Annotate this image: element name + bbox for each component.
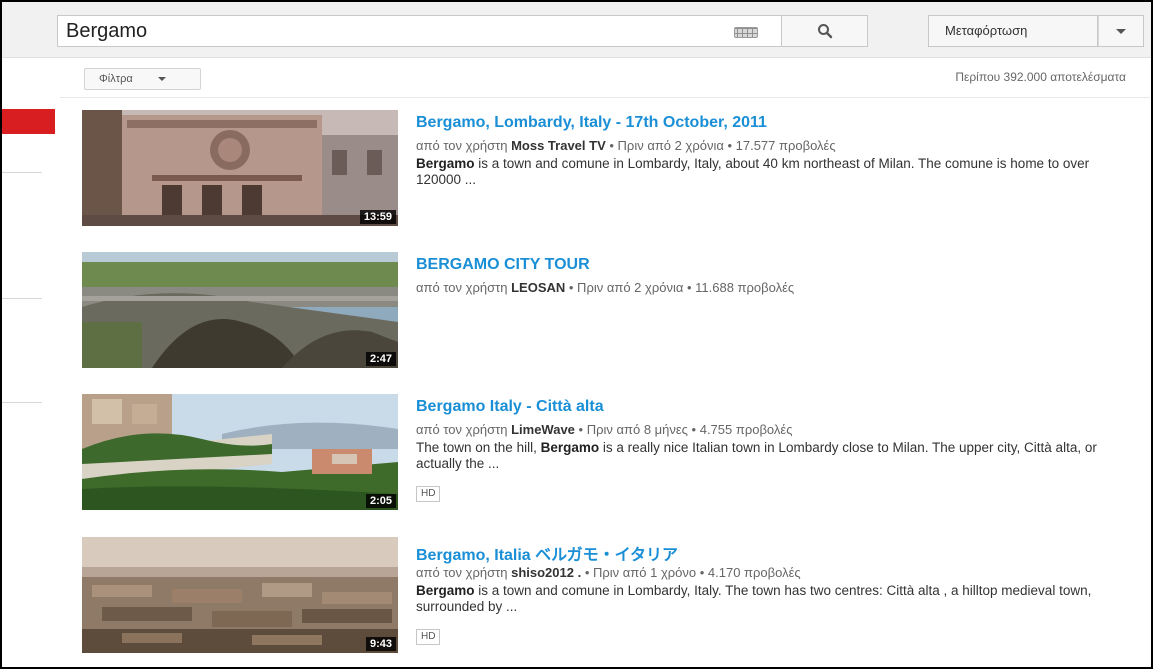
result-item: 13:59 Bergamo, Lombardy, Italy - 17th Oc…	[82, 110, 1142, 228]
thumbnail-image	[82, 252, 398, 368]
video-duration: 9:43	[365, 637, 396, 651]
search-button[interactable]	[782, 15, 868, 47]
guide-selected-item[interactable]	[2, 109, 55, 134]
upload-menu-button[interactable]	[1098, 15, 1144, 47]
video-thumbnail[interactable]: 2:47	[82, 252, 398, 368]
desc-keyword: Bergamo	[540, 440, 600, 455]
meta-suffix: • Πριν από 2 χρόνια • 11.688 προβολές	[568, 280, 795, 295]
divider	[60, 97, 1150, 98]
guide-divider	[2, 402, 42, 403]
filters-button[interactable]: Φίλτρα	[84, 68, 201, 90]
result-item: 9:43 Bergamo, Italia ベルガモ・イタリア από τον χ…	[82, 537, 1142, 655]
chevron-down-icon	[1116, 28, 1126, 34]
video-description: Bergamo is a town and comune in Lombardy…	[416, 156, 1116, 188]
desc-text: is a town and comune in Lombardy, Italy.…	[416, 583, 1092, 614]
hd-badge: HD	[416, 629, 441, 645]
guide-divider	[2, 298, 42, 299]
upload-button[interactable]: Μεταφόρτωση	[928, 15, 1098, 47]
video-thumbnail[interactable]: 9:43	[82, 537, 398, 653]
filters-label: Φίλτρα	[99, 73, 133, 85]
masthead: Μεταφόρτωση	[2, 2, 1151, 58]
video-thumbnail[interactable]: 13:59	[82, 110, 398, 226]
guide-divider	[2, 172, 42, 173]
channel-link[interactable]: shiso2012 .	[511, 565, 581, 580]
result-item: 2:05 Bergamo Italy - Città alta από τον …	[82, 394, 1142, 512]
video-title-link[interactable]: BERGAMO CITY TOUR	[416, 256, 590, 274]
desc-text-pre: The town on the hill,	[416, 440, 541, 455]
meta-prefix: από τον χρήστη	[416, 422, 508, 437]
result-item: 2:47 BERGAMO CITY TOUR από τον χρήστη LE…	[82, 252, 1142, 370]
thumbnail-image	[82, 394, 398, 510]
desc-text: is a town and comune in Lombardy, Italy,…	[416, 156, 1090, 187]
video-description: Bergamo is a town and comune in Lombardy…	[416, 583, 1116, 615]
channel-link[interactable]: Moss Travel TV	[511, 138, 606, 153]
thumbnail-image	[82, 110, 398, 226]
meta-prefix: από τον χρήστη	[416, 565, 508, 580]
video-meta: από τον χρήστη shiso2012 . • Πριν από 1 …	[416, 565, 801, 580]
desc-keyword: Bergamo	[416, 156, 475, 171]
meta-prefix: από τον χρήστη	[416, 138, 508, 153]
video-meta: από τον χρήστη LEOSAN • Πριν από 2 χρόνι…	[416, 280, 794, 295]
video-duration: 2:47	[365, 352, 396, 366]
channel-link[interactable]: LEOSAN	[511, 280, 565, 295]
result-count: Περίπου 392.000 αποτελέσματα	[955, 70, 1126, 84]
video-duration: 13:59	[359, 210, 396, 224]
video-title-link[interactable]: Bergamo Italy - Città alta	[416, 398, 604, 416]
thumbnail-image	[82, 537, 398, 653]
video-title-link[interactable]: Bergamo, Italia ベルガモ・イタリア	[416, 541, 678, 565]
meta-suffix: • Πριν από 8 μήνες • 4.755 προβολές	[578, 422, 793, 437]
search-icon	[817, 24, 832, 39]
hd-badge: HD	[416, 486, 441, 502]
video-description: The town on the hill, Bergamo is a reall…	[416, 440, 1116, 472]
video-thumbnail[interactable]: 2:05	[82, 394, 398, 510]
video-meta: από τον χρήστη Moss Travel TV • Πριν από…	[416, 138, 836, 153]
video-duration: 2:05	[365, 494, 396, 508]
search-input[interactable]	[57, 15, 782, 47]
meta-suffix: • Πριν από 1 χρόνο • 4.170 προβολές	[584, 565, 801, 580]
meta-prefix: από τον χρήστη	[416, 280, 508, 295]
video-meta: από τον χρήστη LimeWave • Πριν από 8 μήν…	[416, 422, 792, 437]
channel-link[interactable]: LimeWave	[511, 422, 575, 437]
keyboard-icon[interactable]	[734, 27, 758, 38]
chevron-down-icon	[158, 77, 166, 81]
desc-keyword: Bergamo	[416, 583, 475, 598]
video-title-link[interactable]: Bergamo, Lombardy, Italy - 17th October,…	[416, 114, 767, 132]
meta-suffix: • Πριν από 2 χρόνια • 17.577 προβολές	[609, 138, 836, 153]
